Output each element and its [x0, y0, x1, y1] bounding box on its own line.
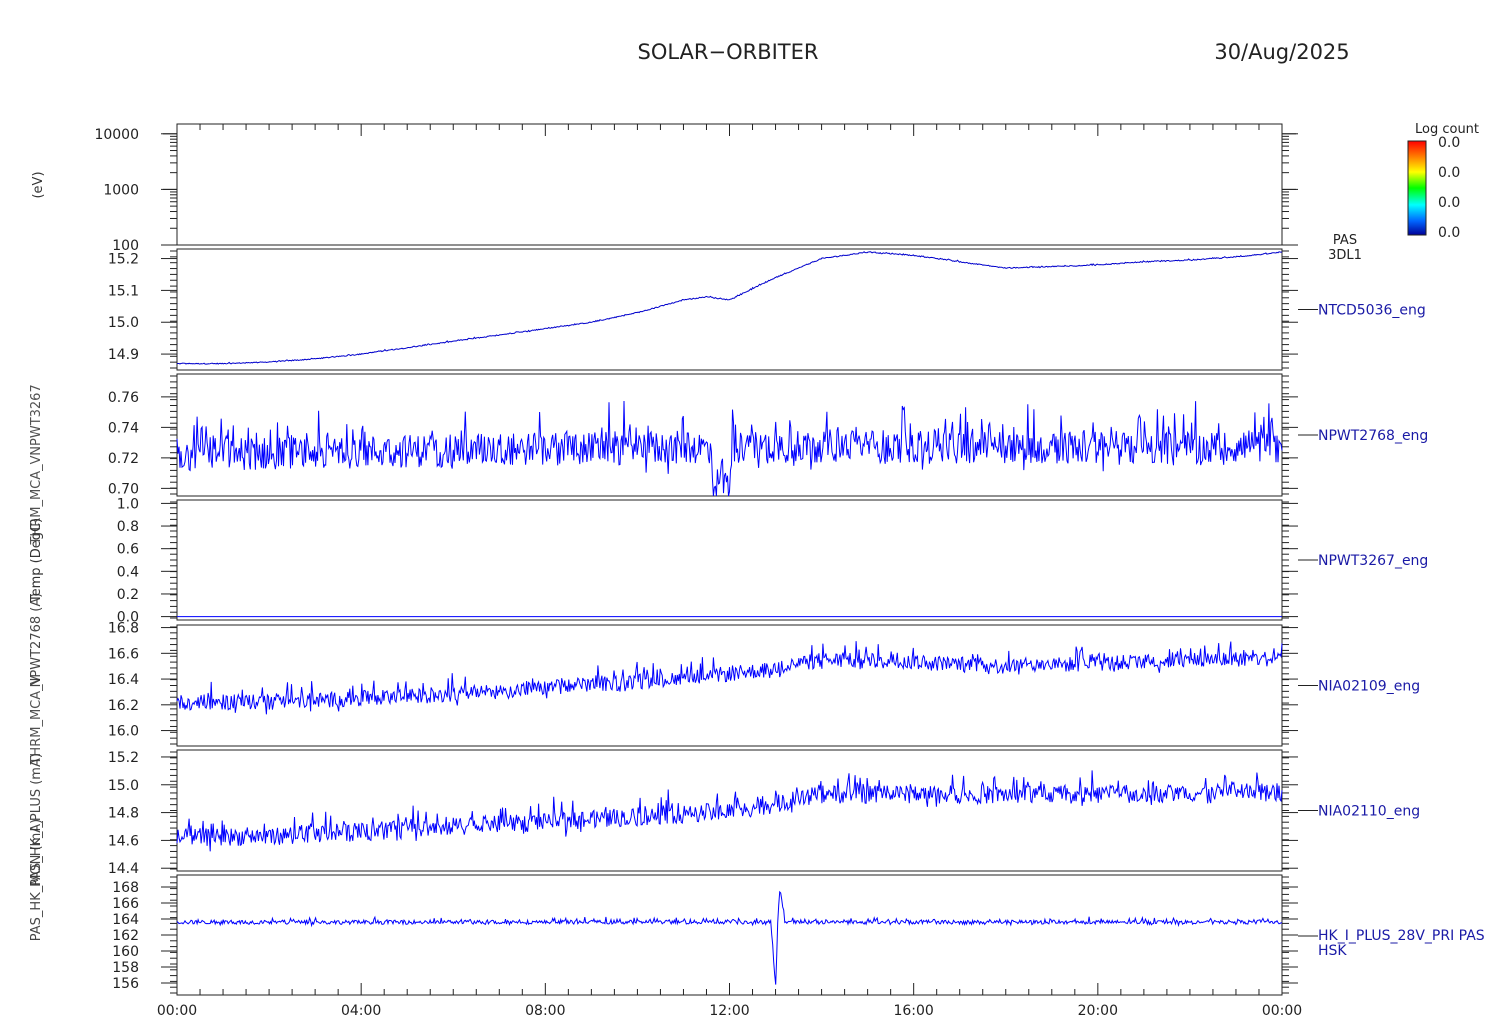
ytick-label: 1000 [103, 182, 139, 198]
panel-right-label: NIA02109_eng [1318, 679, 1420, 695]
ytick-label: 10000 [94, 127, 139, 143]
ytick-label: 14.8 [108, 806, 139, 822]
panel-3: 1.00.80.60.40.20.0NPWT3267_eng [117, 496, 1429, 625]
x-axis: 00:00 04:00 08:00 12:00 16:00 20:00 00:00 [157, 124, 1302, 1019]
colorbar-label-2: 0.0 [1438, 195, 1460, 211]
side-ylabel-2: NPWT3267 [29, 384, 44, 455]
xtick-label: 08:00 [525, 1003, 565, 1019]
colorbar-label-1: 0.0 [1438, 165, 1460, 181]
series-line [176, 770, 1283, 852]
panel-frame [176, 123, 1283, 246]
ytick-label: 158 [112, 960, 139, 976]
ytick-label: 0.76 [108, 390, 139, 406]
panel-frame [176, 624, 1283, 747]
panels: 100001000100 PAS3DL1(eV)15.215.115.014.9N… [31, 123, 1485, 996]
side-ylabel-stack: Temp (DegC) NPWT2768 (A) NPWT3267 THRM_M… [29, 384, 44, 941]
series-line [176, 641, 1283, 715]
panel-right-label: NTCD5036_eng [1318, 303, 1426, 319]
ytick-label: 16.6 [108, 646, 139, 662]
plot-date: 30/Aug/2025 [1214, 40, 1349, 64]
ytick-label: 15.2 [108, 252, 139, 268]
series-line [176, 890, 1283, 985]
ytick-label: 14.6 [108, 833, 139, 849]
xtick-label: 04:00 [341, 1003, 381, 1019]
series-line [176, 400, 1283, 497]
ytick-label: 16.0 [108, 724, 139, 740]
ytick-label: 14.9 [108, 347, 139, 363]
panel-right-label: PAS [1333, 233, 1357, 248]
ytick-label: 15.1 [108, 283, 139, 299]
ytick-label: 0.2 [117, 587, 139, 603]
panel-right-label: HK_I_PLUS_28V_PRI PAS [1318, 928, 1485, 944]
panel-right-label: NIA02110_eng [1318, 804, 1420, 820]
ytick-label: 1.0 [117, 496, 139, 512]
side-ylabel-4: THRM_MCA_V [29, 675, 44, 765]
ytick-label: 15.2 [108, 750, 139, 766]
ytick-label: 14.4 [108, 861, 139, 877]
mission-title: SOLAR−ORBITER [637, 40, 818, 64]
ytick-label: 16.8 [108, 621, 139, 637]
panel-ylabel: (eV) [31, 171, 46, 198]
panel-frame [176, 874, 1283, 996]
panel-right-label: NPWT2768_eng [1318, 428, 1428, 444]
panel-right-label: 3DL1 [1328, 248, 1362, 263]
ytick-label: 0.6 [117, 542, 139, 558]
ytick-label: 168 [112, 880, 139, 896]
panel-0: 100001000100 PAS3DL1(eV) [31, 123, 1362, 263]
panel-6: 168166164162160158156 HK_I_PLUS_28V_PRI P… [112, 874, 1485, 996]
colorbar-label-3: 0.0 [1438, 225, 1460, 241]
ytick-label: 15.0 [108, 778, 139, 794]
ytick-label: 162 [112, 928, 139, 944]
ytick-label: 0.72 [108, 451, 139, 467]
side-ylabel-3: THRM_MCA_V [29, 455, 44, 545]
panel-5: 15.2 15.0 14.8 14.6 14.4 NIA02110_eng [108, 749, 1420, 877]
panel-2: 0.76 0.74 0.72 0.70 NPWT2768_eng [108, 373, 1428, 497]
panel-4: 16.8 16.6 16.4 16.2 16.0 NIA02109_eng [108, 621, 1420, 747]
colorbar-gradient [1407, 140, 1427, 236]
ytick-label: 164 [112, 912, 139, 928]
colorbar-label-0: 0.0 [1438, 135, 1460, 151]
ytick-label: 166 [112, 896, 139, 912]
xtick-label: 20:00 [1078, 1003, 1118, 1019]
ytick-label: 0.4 [117, 564, 139, 580]
panel-right-label: NPWT3267_eng [1318, 553, 1428, 569]
panel-frame [176, 749, 1283, 872]
side-ylabel-1: NPWT2768 (A) [29, 593, 44, 688]
xtick-label: 00:00 [157, 1003, 197, 1019]
ytick-label: 16.2 [108, 698, 139, 714]
panel-frame [176, 248, 1283, 371]
series-line [177, 251, 1283, 365]
ytick-label: 15.0 [108, 315, 139, 331]
xtick-label: 00:00 [1262, 1003, 1302, 1019]
multi-panel-timeseries-plot: SOLAR−ORBITER 30/Aug/2025 Temp (DegC) NP… [29, 40, 1485, 1019]
colorbar: Log count 0.0 0.0 0.0 0.0 [1407, 122, 1479, 241]
xtick-label: 16:00 [893, 1003, 933, 1019]
ytick-label: 0.70 [108, 481, 139, 497]
panel-1: 15.2 15.1 15.0 14.9 NTCD5036_eng [108, 248, 1426, 371]
ytick-label: 160 [112, 944, 139, 960]
ytick-label: 156 [112, 976, 139, 992]
xtick-label: 12:00 [709, 1003, 749, 1019]
panel-right-label: HSK [1318, 943, 1347, 959]
panel-frame [176, 499, 1283, 621]
ytick-label: 16.4 [108, 672, 139, 688]
ytick-label: 0.8 [117, 519, 139, 535]
ytick-label: 0.74 [108, 420, 139, 436]
side-ylabel-6: PAS_HK_MON (mA) [29, 819, 44, 941]
